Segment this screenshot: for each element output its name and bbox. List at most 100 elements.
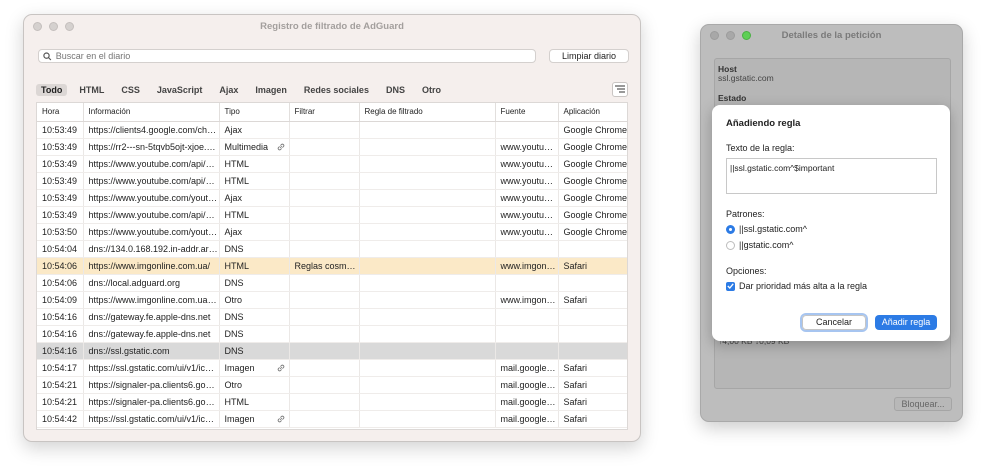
cell-text: mail.google.com xyxy=(500,413,558,424)
column-header[interactable]: Filtrar xyxy=(289,103,360,122)
table-row[interactable]: 10:53:49 https://www.youtube.com/api/stat… xyxy=(37,155,627,173)
cell-text: DNS xyxy=(224,328,244,339)
search-field[interactable] xyxy=(38,49,536,63)
column-header[interactable]: Regla de filtrado xyxy=(359,103,496,122)
cell-info: https://www.youtube.com/api/stats/qoe xyxy=(83,172,220,190)
table-row[interactable]: 10:53:49 https://clients4.google.com/chro… xyxy=(37,121,627,139)
cell-text: mail.google.com xyxy=(500,379,558,390)
table-row[interactable]: 10:53:50 https://www.youtube.com/youtubei… xyxy=(37,223,627,241)
cell-rule xyxy=(359,308,496,326)
cell-type: DNS xyxy=(219,325,290,343)
cell-text: https://ssl.gstatic.com/ui/v1/icons/mail xyxy=(88,413,219,424)
table-row[interactable]: 10:53:49 https://rr2---sn-5tqvb5ojt-xjoe.… xyxy=(37,138,627,156)
clear-log-button[interactable]: Limpiar diario xyxy=(549,49,629,63)
cell-info: https://ssl.gstatic.com/ui/v1/icons/mail xyxy=(83,359,220,377)
cell-type: HTML xyxy=(219,393,290,411)
cell-text: 10:53:49 xyxy=(42,175,78,186)
cancel-button[interactable]: Cancelar xyxy=(802,315,866,330)
cell-filter xyxy=(289,155,360,173)
search-icon xyxy=(43,51,52,60)
filter-tab[interactable]: CSS xyxy=(116,84,145,96)
link-icon[interactable] xyxy=(277,143,285,151)
cell-info: https://www.youtube.com/api/stats/watcht… xyxy=(83,206,220,224)
type-filter-bar: Todo HTML CSS JavaScript Ajax Imagen Redes soc… xyxy=(36,84,453,96)
cell-text: Google Chrome xyxy=(563,175,628,186)
cell-text: www.imgonline.com.ua xyxy=(500,294,558,305)
cell-app: Google Chrome xyxy=(558,138,627,156)
pattern-option-1[interactable]: ||ssl.gstatic.com^ xyxy=(726,224,807,234)
cell-filter xyxy=(289,189,360,207)
cell-text: 10:54:06 xyxy=(42,260,78,271)
table-row[interactable]: 10:54:17 https://ssl.gstatic.com/ui/v1/ic… xyxy=(37,359,627,377)
title-bar[interactable]: Registro de filtrado de AdGuard xyxy=(24,15,640,39)
table-row[interactable]: 10:54:04 dns://134.0.168.192.in-addr.arpa… xyxy=(37,240,627,258)
cell-source xyxy=(495,274,559,292)
cell-text: https://www.youtube.com/api/stats/watcht… xyxy=(88,209,219,220)
cell-time: 10:53:49 xyxy=(37,189,84,207)
table-row[interactable]: 10:54:09 https://www.imgonline.com.ua/fav… xyxy=(37,291,627,309)
columns-menu-button[interactable] xyxy=(612,82,628,97)
column-header[interactable]: Aplicación xyxy=(558,103,627,122)
table-row[interactable]: 10:54:16 dns://gateway.fe.apple-dns.net DN… xyxy=(37,325,627,343)
cell-text: 10:54:16 xyxy=(42,328,78,339)
priority-option[interactable]: Dar prioridad más alta a la regla xyxy=(726,281,867,291)
filter-tab[interactable]: HTML xyxy=(74,84,109,96)
column-header[interactable]: Información xyxy=(83,103,220,122)
cell-app xyxy=(558,240,627,258)
cell-filter xyxy=(289,223,360,241)
cell-text: DNS xyxy=(224,311,244,322)
checkbox-checked[interactable] xyxy=(726,281,735,291)
add-rule-button[interactable]: Añadir regla xyxy=(875,315,937,330)
table-row[interactable]: 10:54:16 dns://ssl.gstatic.com DNS xyxy=(37,342,627,360)
filter-tab[interactable]: Redes sociales xyxy=(299,84,374,96)
cell-text: 10:53:50 xyxy=(42,226,78,237)
table-header: Hora Información Tipo Filtrar Regla de filtr… xyxy=(37,103,627,122)
host-value: ssl.gstatic.com xyxy=(718,73,774,83)
cell-time: 10:54:09 xyxy=(37,291,84,309)
cell-source: mail.google.com xyxy=(495,410,559,428)
cell-rule xyxy=(359,359,496,377)
column-header[interactable]: Tipo xyxy=(219,103,290,122)
cell-text: 10:53:49 xyxy=(42,209,78,220)
filtering-log-window: Registro de filtrado de AdGuard Limpiar … xyxy=(23,14,641,442)
checkmark-icon xyxy=(727,283,734,289)
cell-time: 10:53:49 xyxy=(37,155,84,173)
table-row[interactable]: 10:54:16 dns://gateway.fe.apple-dns.net DN… xyxy=(37,308,627,326)
filter-tab[interactable]: Otro xyxy=(417,84,446,96)
rule-text-field[interactable]: ||ssl.gstatic.com^$important xyxy=(726,158,937,194)
table-row[interactable]: 10:54:06 https://www.imgonline.com.ua/HTM… xyxy=(37,257,627,275)
filter-tab[interactable]: JavaScript xyxy=(152,84,208,96)
cell-time: 10:54:16 xyxy=(37,325,84,343)
link-icon[interactable] xyxy=(277,364,285,372)
radio-unselected[interactable] xyxy=(726,240,735,250)
filter-tab[interactable]: Todo xyxy=(36,84,68,96)
cell-filter xyxy=(289,359,360,377)
cell-source xyxy=(495,308,559,326)
cell-text: www.youtube.com xyxy=(500,226,558,237)
column-header[interactable]: Fuente xyxy=(495,103,559,122)
cell-info: dns://local.adguard.org xyxy=(83,274,220,292)
column-header[interactable]: Hora xyxy=(37,103,84,122)
cell-filter xyxy=(289,206,360,224)
table-row[interactable]: 10:54:21 https://signaler-pa.clients6.goo… xyxy=(37,376,627,394)
cell-text: Imagen xyxy=(224,413,255,424)
table-row[interactable]: 10:53:49 https://www.youtube.com/youtubei… xyxy=(37,189,627,207)
filter-tab[interactable]: Ajax xyxy=(214,84,243,96)
pattern-option-2[interactable]: ||gstatic.com^ xyxy=(726,240,793,250)
table-row[interactable]: 10:54:06 dns://local.adguard.org DNS xyxy=(37,274,627,292)
table-row[interactable]: 10:54:21 https://signaler-pa.clients6.goo… xyxy=(37,393,627,411)
radio-selected[interactable] xyxy=(726,224,735,234)
link-icon[interactable] xyxy=(277,415,285,423)
search-input[interactable] xyxy=(55,51,535,61)
table-row[interactable]: 10:54:42 https://ssl.gstatic.com/ui/v1/ic… xyxy=(37,410,627,428)
filter-tab[interactable]: DNS xyxy=(381,84,410,96)
block-button[interactable]: Bloquear... xyxy=(894,397,952,411)
cell-text: Otro xyxy=(224,294,243,305)
table-row[interactable]: 10:53:49 https://www.youtube.com/api/stat… xyxy=(37,172,628,190)
cell-rule xyxy=(359,240,496,258)
cell-text: https://www.youtube.com/youtubei/v1 xyxy=(88,192,219,203)
cell-text: 10:54:09 xyxy=(42,294,78,305)
table-row[interactable]: 10:53:49 https://www.youtube.com/api/stat… xyxy=(37,206,628,224)
filter-tab[interactable]: Imagen xyxy=(250,84,292,96)
cell-text: Google Chrome xyxy=(563,209,628,220)
